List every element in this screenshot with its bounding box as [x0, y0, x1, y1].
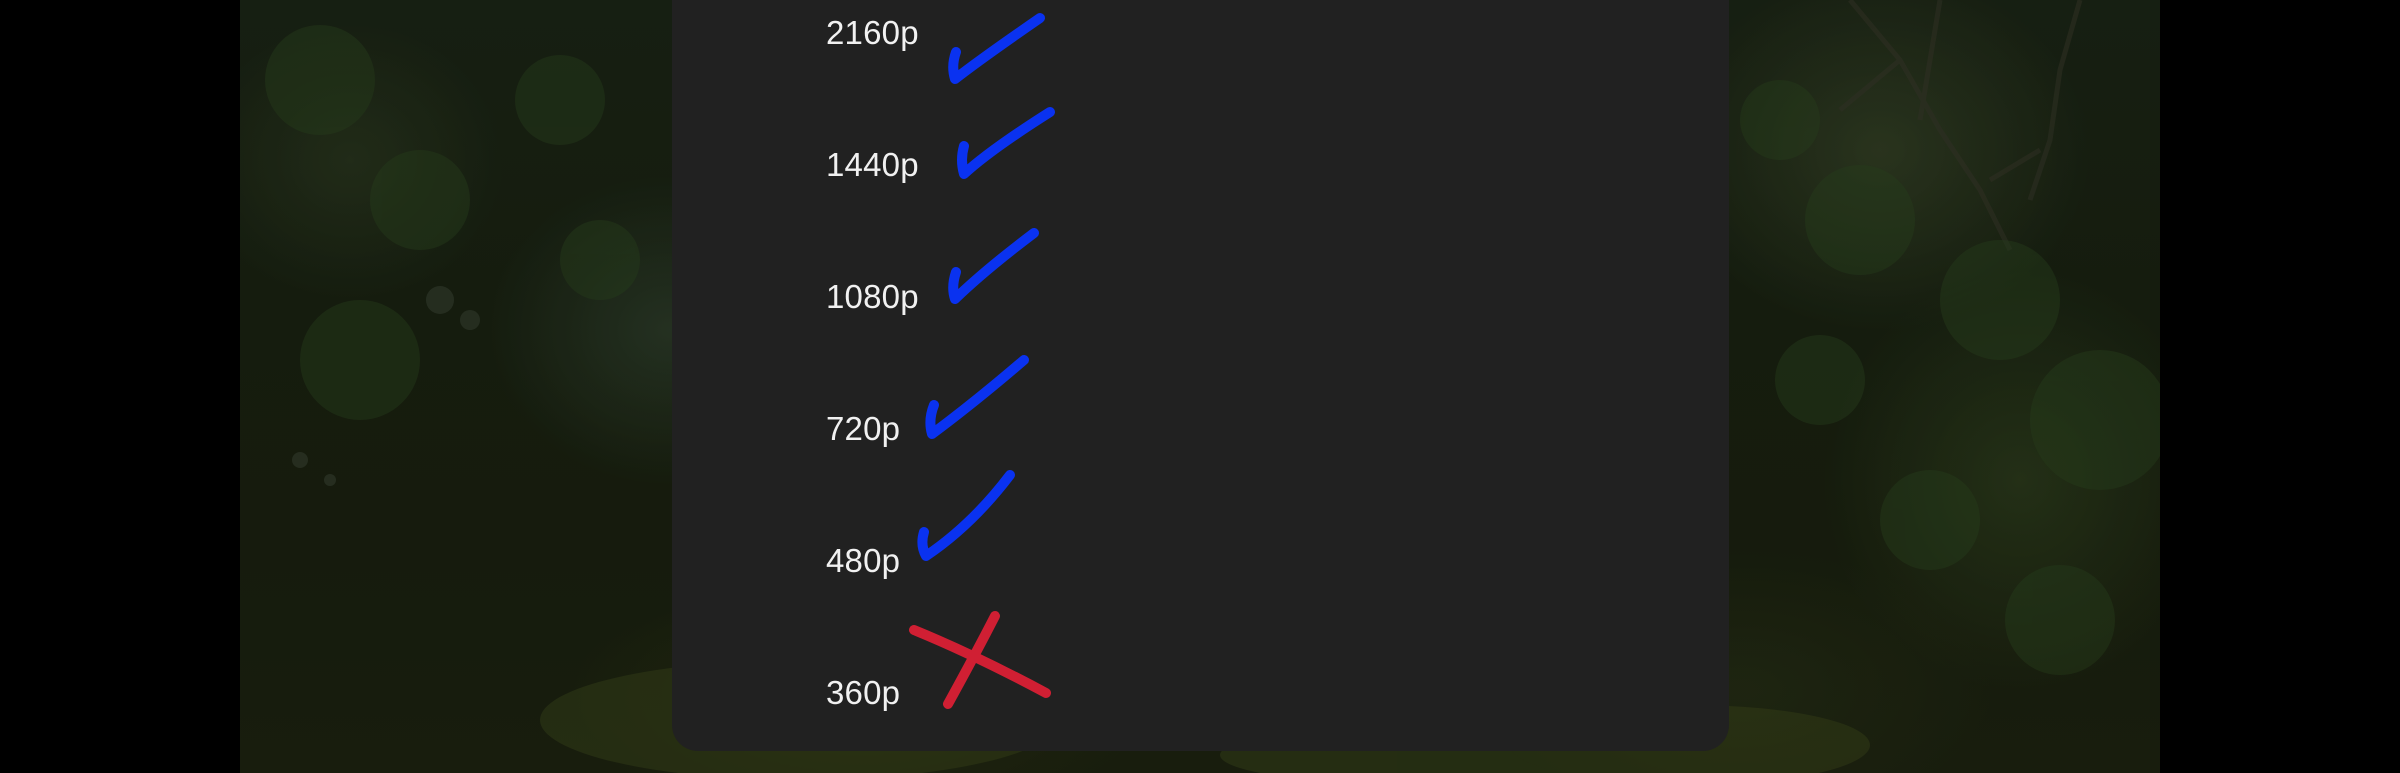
quality-option-label: 1080p — [826, 278, 919, 315]
quality-option-720p[interactable]: 720p — [826, 409, 900, 449]
quality-selection-panel — [672, 0, 1729, 751]
quality-option-1080p[interactable]: 1080p — [826, 277, 919, 317]
quality-option-480p[interactable]: 480p — [826, 541, 900, 581]
quality-option-label: 1440p — [826, 146, 919, 183]
video-player-screen: 2160p 1440p 1080p 720p 480p 360p — [0, 0, 2400, 773]
quality-option-label: 2160p — [826, 14, 919, 51]
quality-option-label: 720p — [826, 410, 901, 447]
quality-option-1440p[interactable]: 1440p — [826, 145, 919, 185]
quality-option-label: 360p — [826, 674, 901, 711]
quality-option-2160p[interactable]: 2160p — [826, 13, 919, 53]
quality-option-360p[interactable]: 360p — [826, 673, 900, 713]
quality-option-label: 480p — [826, 542, 901, 579]
